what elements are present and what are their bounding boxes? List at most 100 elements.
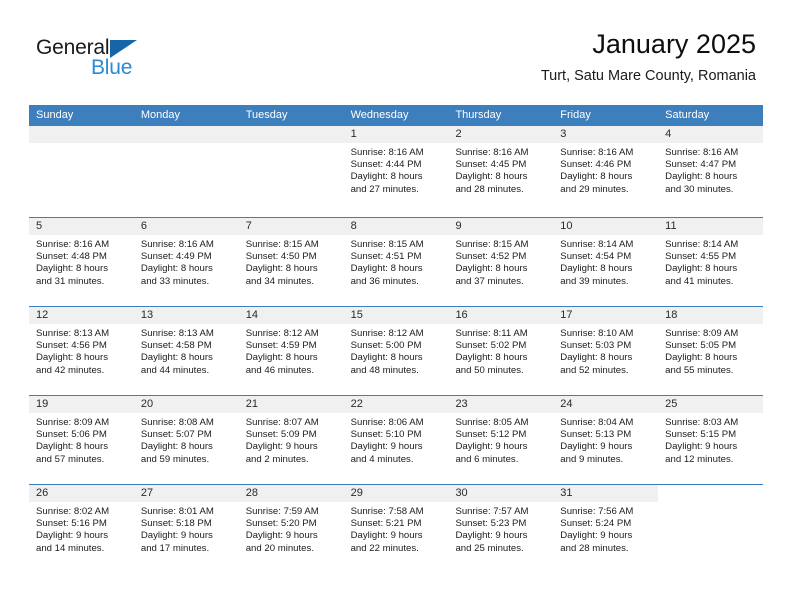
calendar-day-cell[interactable]: 29 Sunrise: 7:58 AM Sunset: 5:21 PM Dayligh… (343, 485, 449, 573)
day-info-line: Daylight: 8 hours (245, 352, 318, 364)
day-number (133, 126, 239, 143)
day-info-line: Daylight: 8 hours (140, 263, 213, 275)
calendar-weeks: 1 Sunrise: 8:16 AM Sunset: 4:44 PM Daylight… (29, 126, 764, 573)
general-blue-logo[interactable]: General Blue (36, 36, 216, 84)
weekday-header-wednesday: Wednesday (350, 109, 409, 121)
day-info-line: Daylight: 9 hours (245, 530, 318, 542)
calendar-day-cell[interactable]: 4 Sunrise: 8:16 AM Sunset: 4:47 PM Daylight… (658, 126, 764, 217)
day-sun-info: Sunrise: 8:03 AM Sunset: 5:15 PM Daylight:… (658, 413, 763, 466)
day-number: 20 (133, 396, 239, 413)
calendar-day-cell[interactable]: 20 Sunrise: 8:08 AM Sunset: 5:07 PM Dayligh… (133, 396, 239, 484)
calendar-day-cell[interactable]: 25 Sunrise: 8:03 AM Sunset: 5:15 PM Dayligh… (658, 396, 764, 484)
day-info-line: Sunset: 5:23 PM (455, 518, 527, 530)
calendar-week-row: 19 Sunrise: 8:09 AM Sunset: 5:06 PM Dayligh… (29, 395, 764, 484)
calendar-day-cell[interactable]: 16 Sunrise: 8:11 AM Sunset: 5:02 PM Dayligh… (448, 307, 554, 395)
calendar-day-cell[interactable]: 5 Sunrise: 8:16 AM Sunset: 4:48 PM Daylight… (29, 218, 134, 306)
day-sun-info: Sunrise: 8:01 AM Sunset: 5:18 PM Daylight:… (134, 502, 239, 555)
day-info-line: Sunset: 5:09 PM (245, 429, 317, 441)
day-sun-info: Sunrise: 8:16 AM Sunset: 4:48 PM Daylight:… (29, 235, 134, 288)
calendar-day-cell[interactable]: 27 Sunrise: 8:01 AM Sunset: 5:18 PM Dayligh… (133, 485, 239, 573)
calendar-day-cell[interactable]: 1 Sunrise: 8:16 AM Sunset: 4:44 PM Daylight… (343, 126, 449, 217)
day-info-line: Sunrise: 8:03 AM (665, 417, 739, 428)
calendar-day-cell[interactable]: 8 Sunrise: 8:15 AM Sunset: 4:51 PM Daylight… (343, 218, 449, 306)
day-info-line: Sunset: 4:48 PM (36, 251, 107, 263)
day-info-line: and 28 minutes. (560, 542, 629, 554)
day-info-line: Sunrise: 8:08 AM (140, 417, 214, 428)
day-info-line: Sunset: 5:00 PM (350, 340, 422, 352)
day-info-line: Sunrise: 8:04 AM (560, 417, 634, 428)
day-sun-info: Sunrise: 8:09 AM Sunset: 5:05 PM Daylight:… (658, 324, 763, 377)
day-number: 7 (238, 218, 344, 235)
day-info-line: Sunrise: 8:15 AM (245, 239, 319, 250)
calendar-day-cell[interactable]: 6 Sunrise: 8:16 AM Sunset: 4:49 PM Daylight… (133, 218, 239, 306)
day-info-line: and 29 minutes. (560, 183, 629, 195)
day-sun-info: Sunrise: 8:06 AM Sunset: 5:10 PM Daylight:… (344, 413, 449, 466)
calendar-day-cell[interactable]: 30 Sunrise: 7:57 AM Sunset: 5:23 PM Dayligh… (448, 485, 554, 573)
day-sun-info: Sunrise: 8:16 AM Sunset: 4:44 PM Daylight:… (344, 143, 449, 196)
calendar-day-cell[interactable]: 21 Sunrise: 8:07 AM Sunset: 5:09 PM Dayligh… (238, 396, 344, 484)
day-info-line: Sunrise: 8:09 AM (36, 417, 110, 428)
day-info-line: and 6 minutes. (455, 453, 519, 465)
page-header: General Blue January 2025 Turt, Satu Mar… (0, 0, 792, 100)
day-number: 28 (238, 485, 344, 502)
day-sun-info: Sunrise: 8:16 AM Sunset: 4:46 PM Daylight:… (553, 143, 658, 196)
calendar-empty-cell (238, 126, 344, 217)
calendar-day-cell[interactable]: 9 Sunrise: 8:15 AM Sunset: 4:52 PM Daylight… (448, 218, 554, 306)
day-number: 10 (553, 218, 659, 235)
day-sun-info: Sunrise: 7:58 AM Sunset: 5:21 PM Daylight:… (344, 502, 449, 555)
day-number: 6 (133, 218, 239, 235)
calendar-day-cell[interactable]: 12 Sunrise: 8:13 AM Sunset: 4:56 PM Dayligh… (29, 307, 134, 395)
day-info-line: Sunrise: 8:05 AM (455, 417, 529, 428)
day-info-line: and 33 minutes. (140, 275, 210, 287)
calendar-day-cell[interactable]: 3 Sunrise: 8:16 AM Sunset: 4:46 PM Daylight… (553, 126, 659, 217)
day-info-line: Sunrise: 8:12 AM (245, 328, 319, 339)
day-number: 4 (658, 126, 764, 143)
day-info-line: Sunset: 5:02 PM (455, 340, 527, 352)
day-info-line: Sunrise: 8:15 AM (455, 239, 529, 250)
day-sun-info: Sunrise: 8:05 AM Sunset: 5:12 PM Daylight:… (448, 413, 553, 466)
calendar-day-cell[interactable]: 15 Sunrise: 8:12 AM Sunset: 5:00 PM Dayligh… (343, 307, 449, 395)
day-info-line: Sunset: 4:46 PM (560, 159, 632, 171)
day-sun-info: Sunrise: 8:08 AM Sunset: 5:07 PM Daylight:… (134, 413, 239, 466)
day-info-line: Sunrise: 8:16 AM (140, 239, 214, 250)
day-info-line: and 46 minutes. (245, 364, 314, 376)
calendar-day-cell[interactable]: 17 Sunrise: 8:10 AM Sunset: 5:03 PM Dayligh… (553, 307, 659, 395)
day-info-line: and 27 minutes. (350, 183, 419, 195)
day-number: 21 (238, 396, 344, 413)
day-info-line: Sunrise: 8:12 AM (350, 328, 424, 339)
calendar-day-cell[interactable]: 18 Sunrise: 8:09 AM Sunset: 5:05 PM Dayligh… (658, 307, 764, 395)
day-info-line: Daylight: 9 hours (36, 530, 108, 542)
calendar-day-cell[interactable]: 7 Sunrise: 8:15 AM Sunset: 4:50 PM Daylight… (238, 218, 344, 306)
day-sun-info: Sunrise: 8:11 AM Sunset: 5:02 PM Daylight:… (448, 324, 553, 377)
day-info-line: Sunset: 4:44 PM (350, 159, 422, 171)
day-info-line: and 44 minutes. (140, 364, 210, 376)
day-info-line: Sunset: 5:10 PM (350, 429, 422, 441)
day-info-line: and 4 minutes. (350, 453, 414, 465)
calendar-day-cell[interactable]: 13 Sunrise: 8:13 AM Sunset: 4:58 PM Dayligh… (133, 307, 239, 395)
day-number: 18 (658, 307, 764, 324)
calendar-day-cell[interactable]: 31 Sunrise: 7:56 AM Sunset: 5:24 PM Dayligh… (553, 485, 659, 573)
calendar-day-cell[interactable]: 28 Sunrise: 7:59 AM Sunset: 5:20 PM Dayligh… (238, 485, 344, 573)
calendar-day-cell[interactable]: 11 Sunrise: 8:14 AM Sunset: 4:55 PM Dayligh… (658, 218, 764, 306)
calendar-day-cell[interactable]: 22 Sunrise: 8:06 AM Sunset: 5:10 PM Dayligh… (343, 396, 449, 484)
day-info-line: Daylight: 8 hours (350, 171, 423, 183)
day-info-line: Sunrise: 8:16 AM (350, 147, 424, 158)
day-number: 24 (553, 396, 659, 413)
day-info-line: and 37 minutes. (455, 275, 524, 287)
calendar-day-cell[interactable]: 2 Sunrise: 8:16 AM Sunset: 4:45 PM Daylight… (448, 126, 554, 217)
calendar-day-cell[interactable]: 14 Sunrise: 8:12 AM Sunset: 4:59 PM Dayligh… (238, 307, 344, 395)
day-info-line: and 55 minutes. (665, 364, 734, 376)
calendar-day-cell[interactable]: 26 Sunrise: 8:02 AM Sunset: 5:16 PM Dayligh… (29, 485, 134, 573)
calendar-day-cell[interactable]: 19 Sunrise: 8:09 AM Sunset: 5:06 PM Dayligh… (29, 396, 134, 484)
day-info-line: and 20 minutes. (245, 542, 314, 554)
calendar-day-cell[interactable]: 23 Sunrise: 8:05 AM Sunset: 5:12 PM Dayligh… (448, 396, 554, 484)
day-info-line: Daylight: 8 hours (350, 352, 423, 364)
calendar-day-cell[interactable]: 10 Sunrise: 8:14 AM Sunset: 4:54 PM Dayligh… (553, 218, 659, 306)
day-number: 2 (448, 126, 554, 143)
calendar-day-cell[interactable]: 24 Sunrise: 8:04 AM Sunset: 5:13 PM Dayligh… (553, 396, 659, 484)
day-info-line: Daylight: 8 hours (245, 263, 318, 275)
day-info-line: Sunset: 5:20 PM (245, 518, 317, 530)
day-info-line: Daylight: 9 hours (245, 441, 318, 453)
day-info-line: and 52 minutes. (560, 364, 629, 376)
calendar-empty-cell (29, 126, 134, 217)
